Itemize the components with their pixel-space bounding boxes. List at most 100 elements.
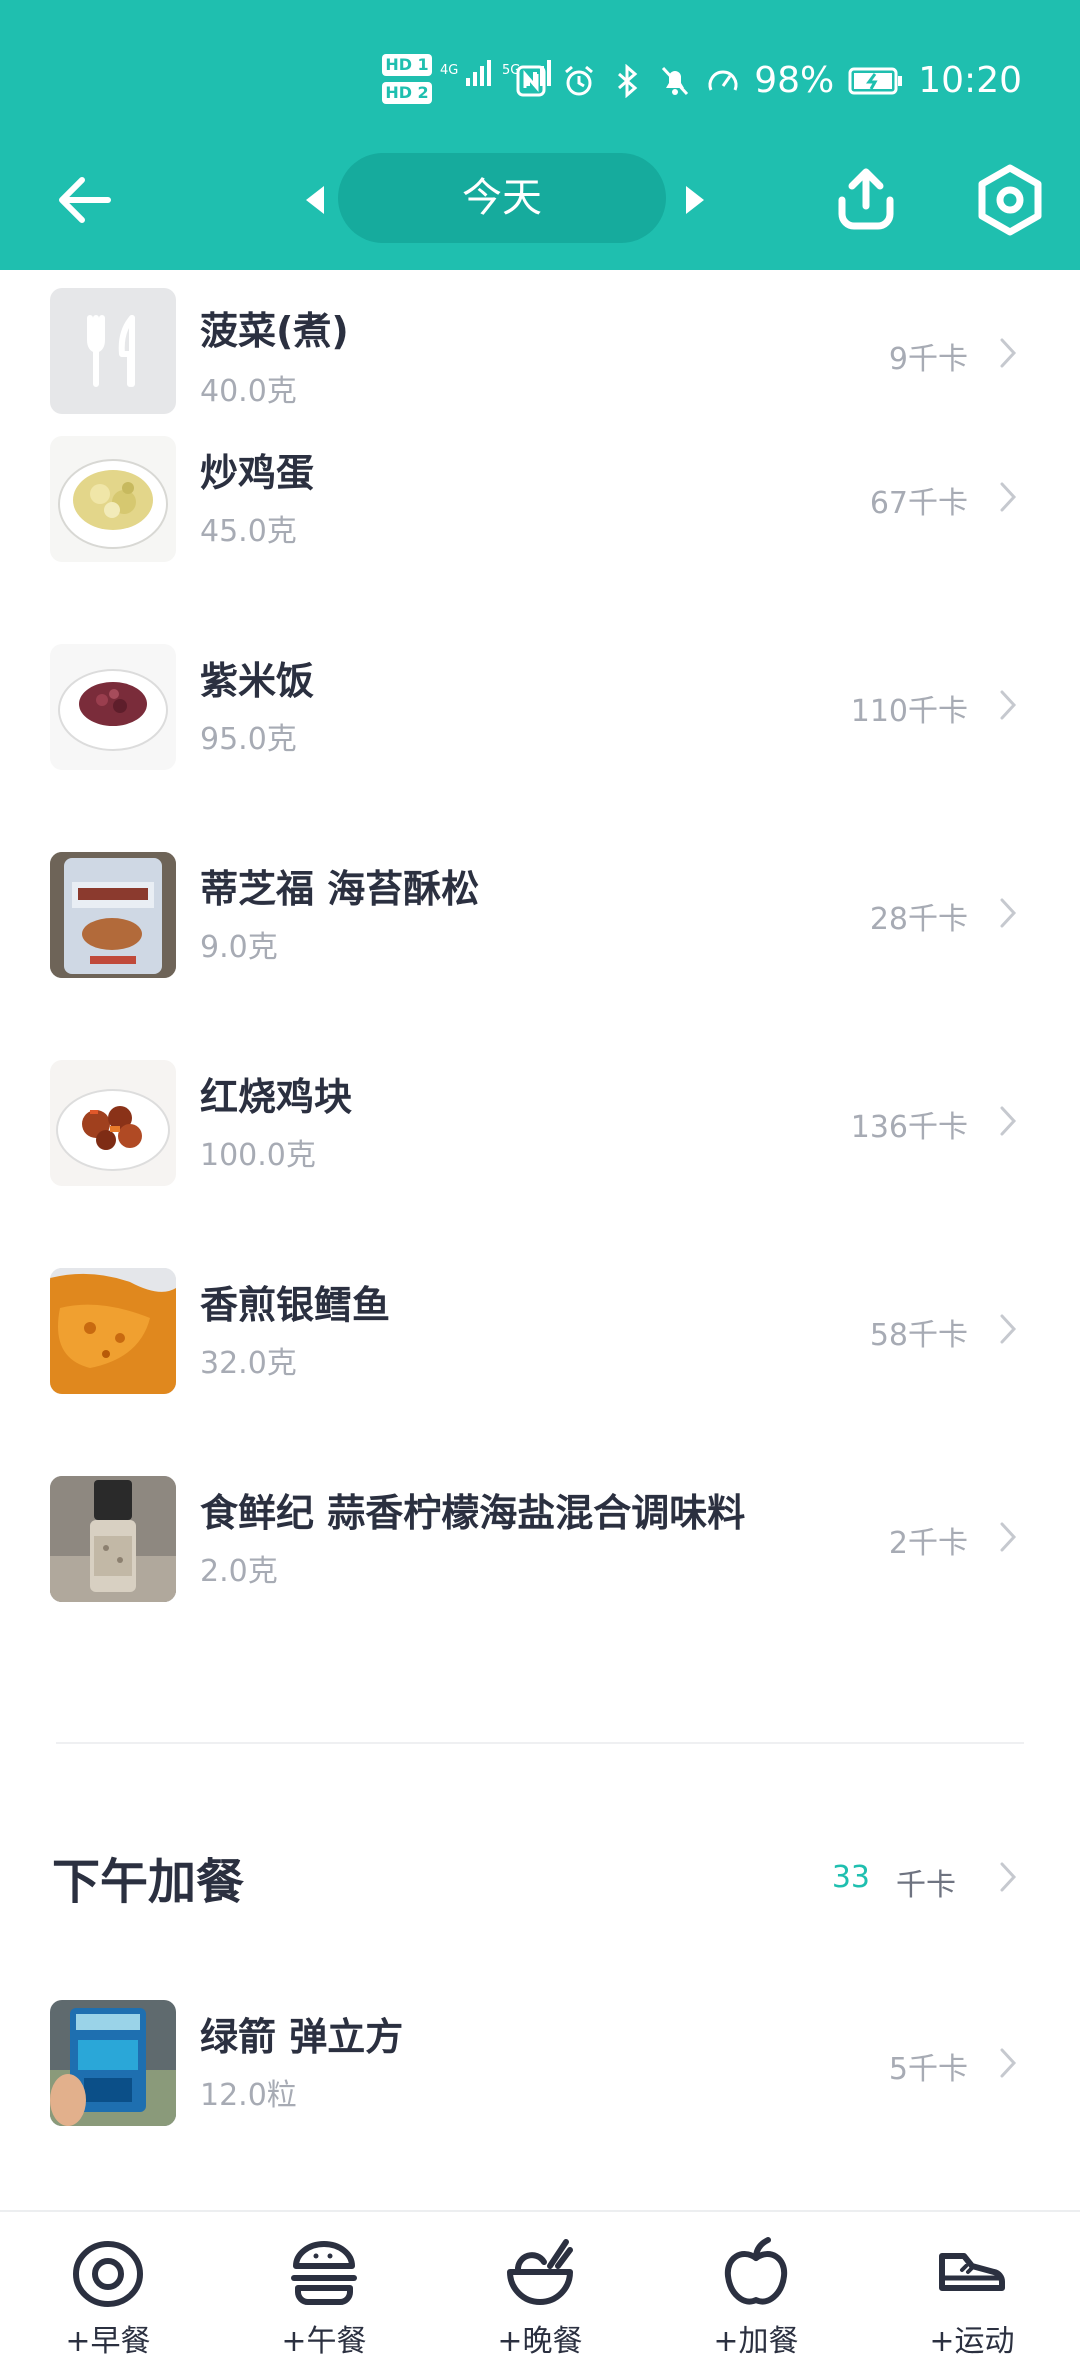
bottom-tab-bar: +早餐 +午餐 +晚餐 +加餐 +运动 xyxy=(0,2210,1080,2376)
rice-dish-image xyxy=(58,669,168,751)
food-amount: 40.0克 xyxy=(200,374,297,409)
status-right: 98% 10:20 xyxy=(514,56,1022,106)
food-kcal: 136千卡 xyxy=(850,1110,968,1145)
grinder-image xyxy=(50,1476,176,1602)
battery-icon xyxy=(848,67,903,95)
mute-icon xyxy=(662,66,689,96)
food-thumbnail xyxy=(50,644,176,770)
section-kcal-unit: 千卡 xyxy=(896,1868,956,1903)
food-thumbnail xyxy=(50,1268,176,1394)
shoe-icon xyxy=(939,2253,1005,2291)
food-item-purple-rice[interactable]: 紫米饭 95.0克 110千卡 xyxy=(0,624,1080,832)
chevron-right-icon xyxy=(1000,1106,1017,1136)
nav-bar: 今天 xyxy=(0,150,1080,250)
speedometer-icon xyxy=(708,70,738,91)
chevron-right-icon xyxy=(1000,1522,1017,1552)
food-amount: 32.0克 xyxy=(200,1346,297,1381)
hd1-badge: HD 1 xyxy=(382,54,432,76)
food-name: 香煎银鳕鱼 xyxy=(200,1283,391,1327)
snack-section-header[interactable]: 下午加餐 33 千卡 xyxy=(0,1832,1080,1922)
food-kcal: 9千卡 xyxy=(888,342,968,377)
food-name: 菠菜(煮) xyxy=(200,309,349,353)
burger-icon xyxy=(291,2241,357,2305)
food-item-braised-chicken[interactable]: 红烧鸡块 100.0克 136千卡 xyxy=(0,1040,1080,1248)
apple-icon xyxy=(724,2237,788,2305)
battery-percent: 98% xyxy=(754,60,835,101)
alarm-icon xyxy=(565,65,594,96)
back-arrow-icon[interactable] xyxy=(52,168,116,232)
chevron-right-icon xyxy=(1000,898,1017,928)
food-kcal: 2千卡 xyxy=(888,1526,968,1561)
food-kcal: 110千卡 xyxy=(850,694,968,729)
food-thumbnail xyxy=(50,1060,176,1186)
food-name: 食鲜纪 蒜香柠檬海盐混合调味料 xyxy=(200,1491,746,1535)
tab-label: +运动 xyxy=(929,2324,1015,2359)
chevron-right-icon xyxy=(1000,2048,1017,2078)
chevron-right-icon xyxy=(1000,1314,1017,1344)
fish-dish-image xyxy=(50,1268,176,1394)
food-kcal: 5千卡 xyxy=(888,2052,968,2087)
section-kcal-value: 33 xyxy=(831,1860,870,1895)
food-thumbnail xyxy=(50,1476,176,1602)
hd-indicator: HD 1 HD 2 xyxy=(382,54,434,108)
tab-label: +早餐 xyxy=(65,2324,151,2359)
food-name: 炒鸡蛋 xyxy=(200,451,315,495)
food-name: 红烧鸡块 xyxy=(200,1075,353,1119)
food-list: 菠菜(煮) 40.0克 9千卡 炒鸡蛋 45.0克 67千卡 紫米饭 95.0克… xyxy=(0,270,1080,1664)
settings-icon[interactable] xyxy=(974,164,1046,236)
tab-label: +加餐 xyxy=(713,2324,799,2359)
gum-package-image xyxy=(50,2000,176,2126)
food-thumbnail xyxy=(50,852,176,978)
tab-label: +晚餐 xyxy=(497,2324,583,2359)
tab-add-dinner[interactable]: +晚餐 xyxy=(432,2212,648,2376)
tab-add-breakfast[interactable]: +早餐 xyxy=(0,2212,216,2376)
food-name: 蒂芝福 海苔酥松 xyxy=(200,867,480,911)
prev-day-icon[interactable] xyxy=(300,182,328,218)
chevron-right-icon xyxy=(1000,482,1017,512)
food-kcal: 28千卡 xyxy=(869,902,968,937)
snack-list: 绿箭 弹立方 12.0粒 5千卡 xyxy=(0,1990,1080,2180)
food-thumbnail xyxy=(50,2000,176,2126)
food-item-gum[interactable]: 绿箭 弹立方 12.0粒 5千卡 xyxy=(0,1990,1080,2180)
food-item-scrambled-egg[interactable]: 炒鸡蛋 45.0克 67千卡 xyxy=(0,416,1080,624)
food-thumbnail xyxy=(50,436,176,562)
food-name: 紫米饭 xyxy=(200,659,315,703)
food-name: 绿箭 弹立方 xyxy=(200,2015,404,2059)
food-item-seaweed-floss[interactable]: 蒂芝福 海苔酥松 9.0克 28千卡 xyxy=(0,832,1080,1040)
section-title: 下午加餐 xyxy=(52,1854,245,1910)
chevron-right-icon xyxy=(1000,338,1017,368)
food-amount: 12.0粒 xyxy=(200,2078,297,2113)
food-item-seasoning[interactable]: 食鲜纪 蒜香柠檬海盐混合调味料 2.0克 2千卡 xyxy=(0,1456,1080,1664)
tab-add-lunch[interactable]: +午餐 xyxy=(216,2212,432,2376)
food-item-cod-fish[interactable]: 香煎银鳕鱼 32.0克 58千卡 xyxy=(0,1248,1080,1456)
chevron-right-icon xyxy=(1000,1862,1017,1892)
date-selector[interactable]: 今天 xyxy=(338,153,666,243)
tab-label: +午餐 xyxy=(281,2324,367,2359)
food-amount: 100.0克 xyxy=(200,1138,316,1173)
food-thumbnail xyxy=(50,288,176,414)
cutlery-icon xyxy=(87,315,135,387)
food-amount: 45.0克 xyxy=(200,514,297,549)
bluetooth-icon xyxy=(618,64,638,98)
food-amount: 95.0克 xyxy=(200,722,297,757)
bowl-icon xyxy=(507,2239,573,2305)
share-icon[interactable] xyxy=(830,164,902,236)
section-divider xyxy=(56,1742,1024,1744)
tab-add-snack[interactable]: +加餐 xyxy=(648,2212,864,2376)
diet-log-screen: HD 1 HD 2 4G 5G 98% 10:20 今天 菠菜(煮) 40.0克… xyxy=(0,0,1080,2376)
hd2-badge: HD 2 xyxy=(382,82,432,104)
food-amount: 2.0克 xyxy=(200,1554,278,1589)
egg-dish-image xyxy=(58,459,168,549)
food-item-spinach[interactable]: 菠菜(煮) 40.0克 9千卡 xyxy=(0,270,1080,416)
nfc-icon xyxy=(516,65,546,97)
chicken-dish-image xyxy=(56,1089,170,1171)
next-day-icon[interactable] xyxy=(682,182,710,218)
tab-add-exercise[interactable]: +运动 xyxy=(864,2212,1080,2376)
clock: 10:20 xyxy=(918,60,1022,101)
package-image xyxy=(50,852,176,978)
status-bar: HD 1 HD 2 4G 5G 98% 10:20 xyxy=(0,0,1080,160)
food-amount: 9.0克 xyxy=(200,930,278,965)
food-kcal: 67千卡 xyxy=(869,486,968,521)
chevron-right-icon xyxy=(1000,690,1017,720)
app-header: HD 1 HD 2 4G 5G 98% 10:20 今天 xyxy=(0,0,1080,270)
